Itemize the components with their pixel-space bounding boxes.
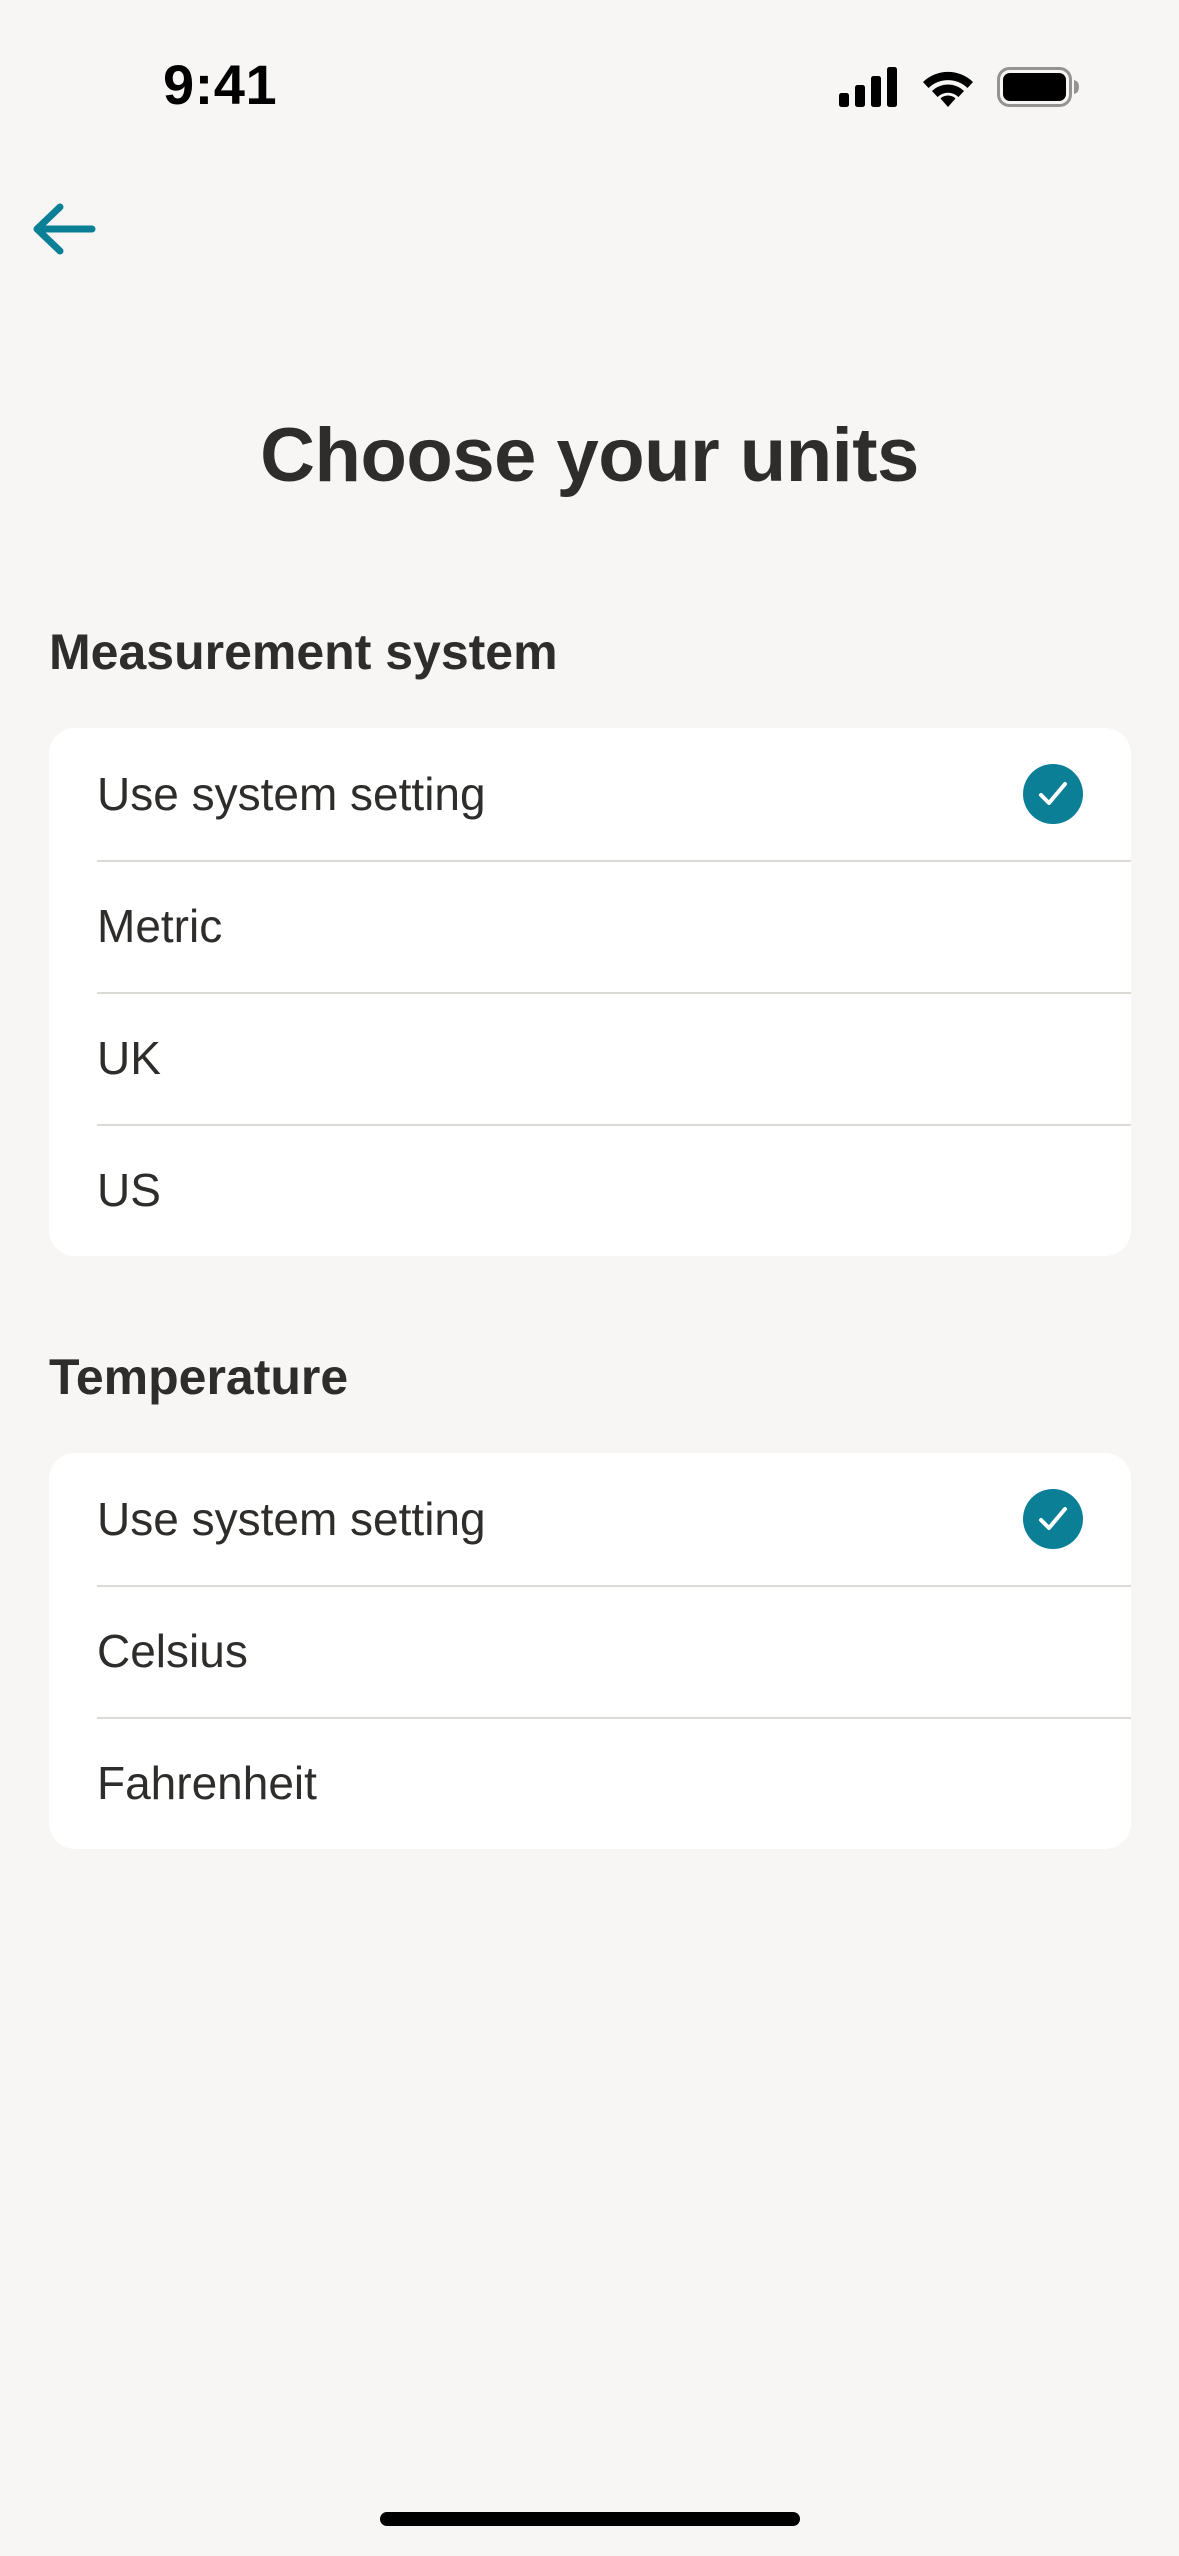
option-metric[interactable]: Metric (49, 860, 1131, 992)
option-temperature-system-setting[interactable]: Use system setting (49, 1453, 1131, 1585)
option-label: Metric (97, 900, 223, 952)
temperature-options: Use system setting Celsius Fahrenheit (49, 1453, 1131, 1849)
measurement-system-options: Use system setting Metric UK US (49, 728, 1131, 1256)
cellular-signal-icon (839, 67, 899, 107)
back-button[interactable] (22, 188, 104, 270)
wifi-icon (921, 67, 975, 107)
option-label: Fahrenheit (97, 1757, 317, 1809)
option-label: US (97, 1164, 161, 1216)
temperature-heading: Temperature (49, 1349, 349, 1405)
status-icons (839, 62, 1079, 112)
home-indicator[interactable] (380, 2512, 800, 2526)
option-us[interactable]: US (49, 1124, 1131, 1256)
option-uk[interactable]: UK (49, 992, 1131, 1124)
option-label: Use system setting (97, 1493, 486, 1545)
option-label: Use system setting (97, 768, 486, 820)
arrow-left-icon (30, 202, 96, 256)
measurement-system-heading: Measurement system (49, 624, 558, 680)
checkmark-icon (1023, 764, 1083, 824)
option-fahrenheit[interactable]: Fahrenheit (49, 1717, 1131, 1849)
page-title: Choose your units (260, 413, 919, 498)
status-bar: 9:41 (0, 0, 1179, 160)
option-label: Celsius (97, 1625, 248, 1677)
battery-icon (997, 67, 1079, 107)
option-measurement-system-setting[interactable]: Use system setting (49, 728, 1131, 860)
option-label: UK (97, 1032, 161, 1084)
option-celsius[interactable]: Celsius (49, 1585, 1131, 1717)
checkmark-icon (1023, 1489, 1083, 1549)
status-time: 9:41 (163, 53, 278, 116)
